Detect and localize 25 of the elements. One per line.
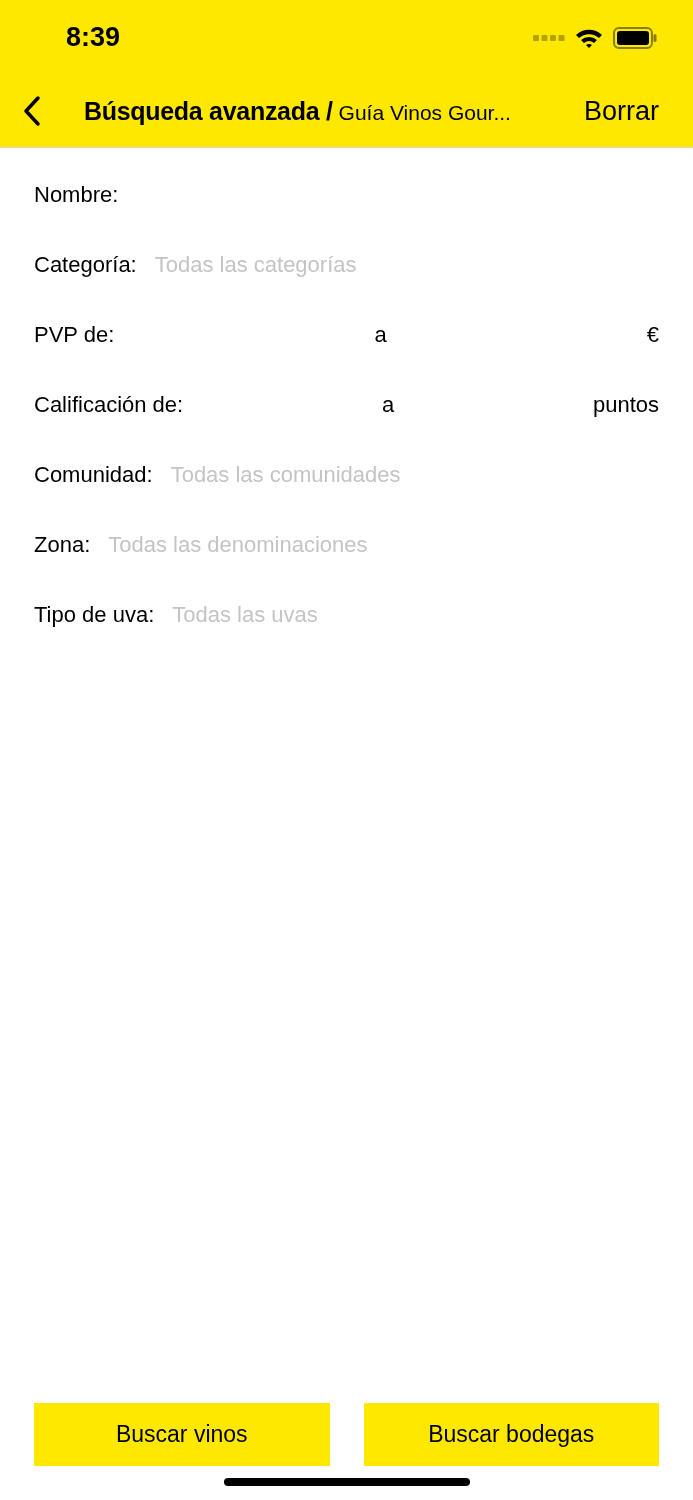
status-time: 8:39	[66, 22, 121, 53]
field-label: Calificación de:	[34, 392, 184, 418]
field-label: PVP de:	[34, 322, 115, 348]
wifi-icon	[575, 27, 603, 48]
screen-title: Búsqueda avanzada /	[84, 96, 333, 126]
chevron-left-icon	[22, 95, 42, 127]
signal-icon	[533, 33, 565, 42]
range-separator: a	[374, 322, 387, 348]
input-field[interactable]: Todas las denominaciones	[108, 528, 659, 562]
field-label: Zona:	[34, 532, 91, 558]
unit-label: puntos	[592, 392, 659, 418]
unit-label: €	[646, 322, 659, 348]
field-label: Comunidad:	[34, 462, 153, 488]
field-label: Categoría:	[34, 252, 137, 278]
search-button[interactable]: Buscar vinos	[34, 1403, 330, 1466]
input-field[interactable]: Todas las uvas	[172, 598, 659, 632]
clear-button[interactable]: Borrar	[584, 95, 659, 127]
field-label: Tipo de uva:	[34, 602, 155, 628]
screen-subtitle: Guía Vinos Gour...	[338, 100, 511, 125]
input-field[interactable]: Todas las comunidades	[170, 458, 659, 492]
search-button[interactable]: Buscar bodegas	[363, 1403, 659, 1466]
battery-icon	[613, 26, 657, 49]
field-label: Nombre:	[34, 182, 119, 208]
range-separator: a	[381, 392, 395, 418]
input-field[interactable]: Todas las categorías	[154, 248, 659, 282]
